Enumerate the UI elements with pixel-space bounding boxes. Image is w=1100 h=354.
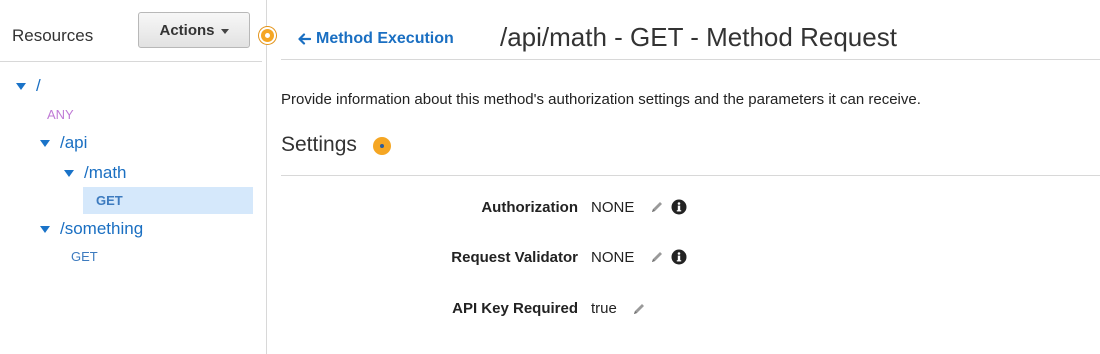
resources-label: Resources — [12, 26, 94, 45]
panel-divider — [266, 0, 267, 354]
tree-expand-icon[interactable] — [64, 169, 74, 177]
method-any[interactable]: ANY — [47, 107, 74, 122]
tree-expand-icon[interactable] — [40, 225, 50, 233]
tree-item-label: /math — [84, 163, 127, 182]
settings-info-icon[interactable] — [373, 137, 391, 155]
page-title: /api/math - GET - Method Request — [500, 22, 897, 52]
tree-expand-icon[interactable] — [40, 139, 50, 147]
divider — [281, 175, 1100, 176]
divider — [0, 61, 262, 62]
arrow-left-icon — [298, 33, 311, 45]
divider — [281, 59, 1100, 60]
info-icon[interactable] — [671, 249, 687, 265]
actions-button[interactable]: Actions — [138, 12, 250, 48]
settings-heading: Settings — [281, 133, 357, 156]
tree-item-math[interactable]: /math — [64, 163, 127, 183]
tree-item-label: /something — [60, 219, 144, 238]
tree-item-api[interactable]: /api — [40, 133, 87, 153]
pencil-icon[interactable] — [650, 250, 664, 264]
actions-button-label: Actions — [159, 21, 215, 39]
pencil-icon[interactable] — [650, 200, 664, 214]
panel-resize-handle[interactable] — [259, 27, 276, 44]
chevron-down-icon — [220, 28, 229, 34]
method-get[interactable]: GET — [71, 249, 98, 264]
resources-panel: Resources Actions / ANY /api /math GET /… — [0, 0, 262, 354]
method-request-page: Resources Actions / ANY /api /math GET /… — [0, 0, 1100, 354]
request-validator-value: NONE — [591, 249, 635, 266]
method-execution-link[interactable]: Method Execution — [298, 30, 454, 48]
tree-item-something[interactable]: /something — [40, 219, 143, 239]
tree-item-label: /api — [60, 133, 88, 152]
authorization-label: Authorization — [481, 199, 578, 216]
page-description: Provide information about this method's … — [281, 91, 921, 108]
method-get-selected[interactable]: GET — [83, 187, 253, 214]
api-key-required-value: true — [591, 300, 617, 317]
method-execution-link-label: Method Execution — [316, 30, 454, 47]
api-key-required-label: API Key Required — [452, 300, 578, 317]
tree-item-label: / — [36, 76, 41, 95]
info-icon[interactable] — [671, 199, 687, 215]
authorization-value: NONE — [591, 199, 635, 216]
tree-item-root[interactable]: / — [16, 76, 41, 96]
pencil-icon[interactable] — [632, 302, 646, 316]
tree-expand-icon[interactable] — [16, 82, 26, 90]
request-validator-label: Request Validator — [451, 249, 578, 266]
